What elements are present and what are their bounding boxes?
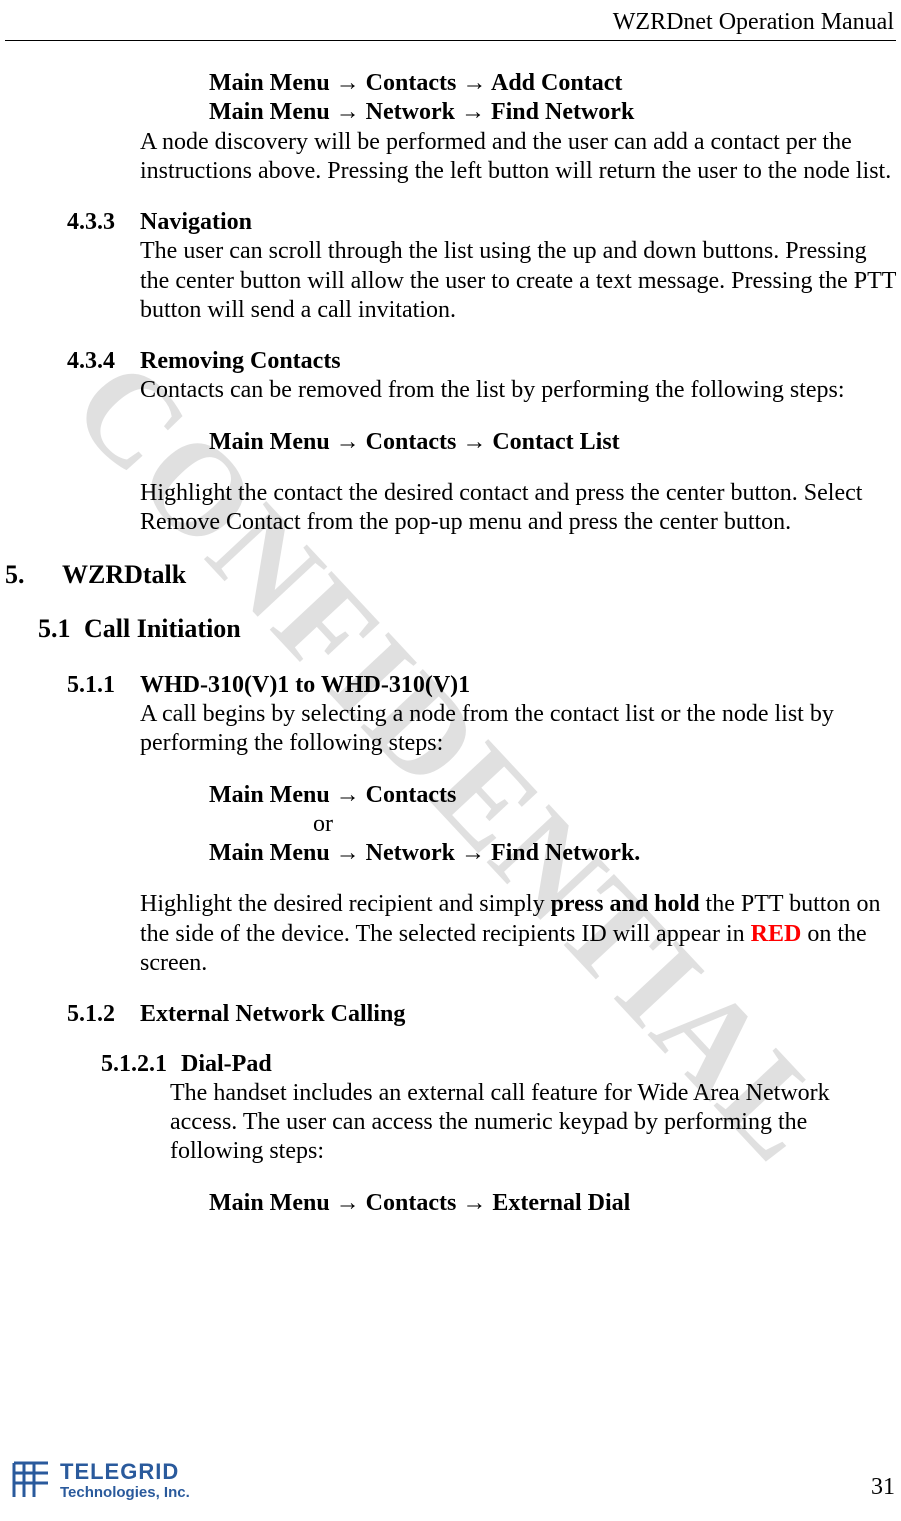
sec-433-body: The user can scroll through the list usi… — [140, 237, 896, 325]
sec-5121-body: The handset includes an external call fe… — [170, 1079, 896, 1167]
section-434-heading: 4.3.4 Removing Contacts — [67, 347, 896, 376]
section-title: Navigation — [140, 208, 252, 237]
logo-icon — [10, 1459, 52, 1501]
nav-path-external-dial: Main Menu → Contacts → External Dial — [209, 1189, 896, 1218]
section-5-heading: 5. WZRDtalk — [5, 559, 896, 591]
section-51-heading: 5.1 Call Initiation — [38, 613, 896, 645]
nav-path-find-network-2: Main Menu → Network → Find Network. — [209, 839, 896, 868]
red-text: RED — [751, 921, 802, 947]
logo-text: TELEGRID Technologies, Inc. — [60, 1461, 190, 1500]
logo-line2: Technologies, Inc. — [60, 1485, 190, 1500]
section-number: 4.3.4 — [67, 347, 140, 376]
section-title: Removing Contacts — [140, 347, 341, 376]
sec-511-body1: A call begins by selecting a node from t… — [140, 700, 896, 759]
section-number: 5.1 — [38, 613, 84, 645]
section-title: External Network Calling — [140, 1000, 405, 1029]
nav-path-find-network: Main Menu → Network → Find Network — [209, 98, 896, 127]
section-title: WZRDtalk — [62, 559, 186, 591]
sec-511-body2: Highlight the desired recipient and simp… — [140, 890, 896, 978]
section-433-heading: 4.3.3 Navigation — [67, 208, 896, 237]
header-title: WZRDnet Operation Manual — [5, 9, 896, 41]
bold-text: press and hold — [551, 891, 700, 917]
sec-434-body2: Highlight the contact the desired contac… — [140, 479, 896, 538]
section-number: 5. — [5, 559, 62, 591]
section-title: WHD-310(V)1 to WHD-310(V)1 — [140, 671, 470, 700]
section-title: Call Initiation — [84, 613, 241, 645]
content: Main Menu → Contacts → Add Contact Main … — [5, 41, 896, 1218]
section-number: 5.1.2.1 — [101, 1050, 181, 1079]
section-number: 5.1.1 — [67, 671, 140, 700]
sec-434-body1: Contacts can be removed from the list by… — [140, 376, 896, 405]
nav-path-contact-list: Main Menu → Contacts → Contact List — [209, 428, 896, 457]
page-number: 31 — [871, 1474, 895, 1501]
or-label: or — [313, 810, 896, 839]
logo-line1: TELEGRID — [60, 1461, 190, 1483]
sec-432-body: A node discovery will be performed and t… — [140, 128, 896, 187]
section-number: 4.3.3 — [67, 208, 140, 237]
text: Highlight the desired recipient and simp… — [140, 891, 551, 917]
section-511-heading: 5.1.1 WHD-310(V)1 to WHD-310(V)1 — [67, 671, 896, 700]
footer: TELEGRID Technologies, Inc. 31 — [10, 1459, 895, 1501]
page: CONFIDENTIAL WZRDnet Operation Manual Ma… — [0, 0, 901, 1521]
nav-path-contacts: Main Menu → Contacts — [209, 781, 896, 810]
nav-path-add-contact: Main Menu → Contacts → Add Contact — [209, 69, 896, 98]
section-5121-heading: 5.1.2.1 Dial-Pad — [101, 1050, 896, 1079]
section-512-heading: 5.1.2 External Network Calling — [67, 1000, 896, 1029]
section-title: Dial-Pad — [181, 1050, 272, 1079]
company-logo: TELEGRID Technologies, Inc. — [10, 1459, 190, 1501]
section-number: 5.1.2 — [67, 1000, 140, 1029]
